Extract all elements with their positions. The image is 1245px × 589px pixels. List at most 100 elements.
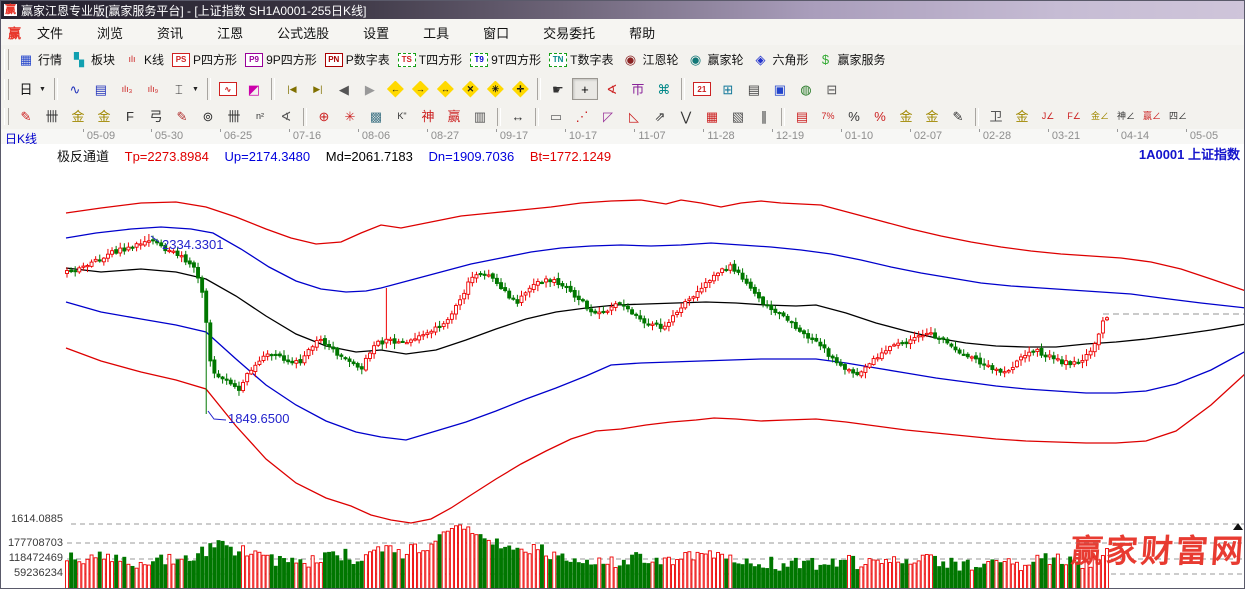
menu-item-窗口[interactable]: 窗口 [481,21,511,44]
hexagon-button[interactable]: ◈六角形 [749,49,812,71]
next-bar-button[interactable]: ▶ [358,78,382,100]
bars-9-button[interactable]: ılı₉ [141,78,165,100]
last-bar-button[interactable]: ▶| [306,78,330,100]
winner-service-button[interactable]: $赢家服务 [814,49,889,71]
winner-wheel-button[interactable]: ◉赢家轮 [683,49,746,71]
menu-item-工具[interactable]: 工具 [421,21,451,44]
web-export-button[interactable]: ◍ [794,78,818,100]
star-adjust-button[interactable]: ✳ [484,78,507,100]
toolbar-grip[interactable] [4,108,9,126]
menu-item-交易委托[interactable]: 交易委托 [541,21,597,44]
angle-fence-button[interactable]: ∢ [274,106,298,128]
bars-3-button[interactable]: ılı₃ [115,78,139,100]
compress-button[interactable]: ✕ [459,78,482,100]
brush-red-button[interactable]: ✎ [14,106,38,128]
menu-item-资讯[interactable]: 资讯 [155,21,185,44]
k-quote-button[interactable]: K" [390,106,414,128]
menu-item-江恩[interactable]: 江恩 [215,21,245,44]
crosshair-tool-button[interactable]: + [572,78,598,100]
hand-tool-button[interactable]: ☛ [546,78,570,100]
quotes-button[interactable]: ▦行情 [14,49,65,71]
candle-type-button[interactable]: ⌶▼ [167,78,202,100]
kline-chart[interactable] [1,144,1245,589]
histogram-colored-button[interactable]: ◩ [242,78,266,100]
p-square-button[interactable]: PSP四方形 [169,49,240,71]
notepad-button[interactable]: ▤ [742,78,766,100]
red-grid-button[interactable]: ▦ [700,106,724,128]
ying-angle-button[interactable]: 赢∠ [1140,106,1164,128]
trend-arrows-button[interactable]: ⇗ [648,106,672,128]
shift-right-button[interactable]: → [409,78,432,100]
f-angle-button[interactable]: F∠ [1062,106,1086,128]
zoom-wave-button[interactable]: ∿ [63,78,87,100]
kline-button[interactable]: ılıK线 [120,49,167,71]
ying-grid-button[interactable]: 赢 [442,106,466,128]
toolbar-grip[interactable] [4,79,9,100]
first-bar-button[interactable]: |◀ [280,78,304,100]
parallel-lines-button[interactable]: ∥ [752,106,776,128]
calendar-button[interactable]: 21 [690,78,714,100]
gold-angle-button[interactable]: 金∠ [1088,106,1112,128]
cycle-fence-button[interactable]: 弓 [144,106,168,128]
gold-underline-button[interactable]: 金 [1010,106,1034,128]
9t-square-button[interactable]: T99T四方形 [467,49,544,71]
angle-measure-button[interactable]: ∢ [600,78,624,100]
wave-tool-button[interactable]: ⌘ [652,78,676,100]
j-angle-button[interactable]: J∠ [1036,106,1060,128]
diag-box-button[interactable]: ◺ [622,106,646,128]
percent-line-button[interactable]: % [868,106,892,128]
grid-arrow-button[interactable]: ▧ [726,106,750,128]
t-square-button[interactable]: TST四方形 [395,49,465,71]
gold-line-button[interactable]: 金 [920,106,944,128]
si-angle-button[interactable]: 四∠ [1166,106,1190,128]
gold-fence-2-button[interactable]: 金 [92,106,116,128]
menu-item-浏览[interactable]: 浏览 [95,21,125,44]
ruler-123-button[interactable]: ▥ [468,106,492,128]
percent-chart-button[interactable]: ▤ [790,106,814,128]
gold-circle-button[interactable]: 金 [894,106,918,128]
toolbar-grip[interactable] [4,49,9,69]
gold-fence-1-button[interactable]: 金 [66,106,90,128]
title-bar[interactable]: 赢 赢家江恩专业版[赢家服务平台] - [上证指数 SH1A0001-255日K… [1,1,1245,19]
menu-item-文件[interactable]: 文件 [35,21,65,44]
percent-button[interactable]: % [842,106,866,128]
save-button[interactable]: ▣ [768,78,792,100]
gann-compass-button[interactable]: ⊚ [196,106,220,128]
prev-bar-button[interactable]: ◀ [332,78,356,100]
cross-adjust-button[interactable]: ✛ [509,78,532,100]
shen-angle-button[interactable]: 神∠ [1114,106,1138,128]
star-grid-button[interactable]: ✳ [338,106,362,128]
spider-grid-button[interactable]: ▩ [364,106,388,128]
menu-item-公式选股[interactable]: 公式选股 [275,21,331,44]
p-number-table-button[interactable]: PNP数字表 [322,49,393,71]
fan-box-button[interactable]: ◸ [596,106,620,128]
expand-horizontal-button[interactable]: ↔ [434,78,457,100]
t-number-table-button[interactable]: TNT数字表 [546,49,616,71]
width-measure-button[interactable]: ↔ [506,106,530,128]
kline-chart-pane[interactable]: 极反通道 Tp=2273.8984 Up=2174.3480 Md=2061.7… [1,144,1245,589]
target-circle-button[interactable]: ⊕ [312,106,336,128]
gann-shape-button[interactable]: 帀 [626,78,650,100]
red-fan-button[interactable]: ⋰ [570,106,594,128]
menu-item-帮助[interactable]: 帮助 [627,21,657,44]
gann-zigzag-button[interactable]: ∿ [216,78,240,100]
print-button[interactable]: ⊟ [820,78,844,100]
percent-7-button[interactable]: 7% [816,106,840,128]
zigzag-lines-button[interactable]: ⋁ [674,106,698,128]
shen-grid-button[interactable]: 神 [416,106,440,128]
gann-wheel-button[interactable]: ◉江恩轮 [618,49,681,71]
period-selector-button[interactable]: 日▼ [14,78,49,100]
menu-item-设置[interactable]: 设置 [361,21,391,44]
calculator-button[interactable]: ⊞ [716,78,740,100]
rect-tool-button[interactable]: ▭ [544,106,568,128]
sectors-button[interactable]: ▚板块 [67,49,118,71]
time-fence-button[interactable]: 卌 [222,106,246,128]
fibo-fence-button[interactable]: F [118,106,142,128]
wei-tool-button[interactable]: 卫 [984,106,1008,128]
brush-2-button[interactable]: ✎ [170,106,194,128]
info-view-button[interactable]: ▤ [89,78,113,100]
pen-dark-button[interactable]: ✎ [946,106,970,128]
gann-fence-button[interactable]: 卌 [40,106,64,128]
9p-square-button[interactable]: P99P四方形 [242,49,320,71]
shift-left-button[interactable]: ← [384,78,407,100]
